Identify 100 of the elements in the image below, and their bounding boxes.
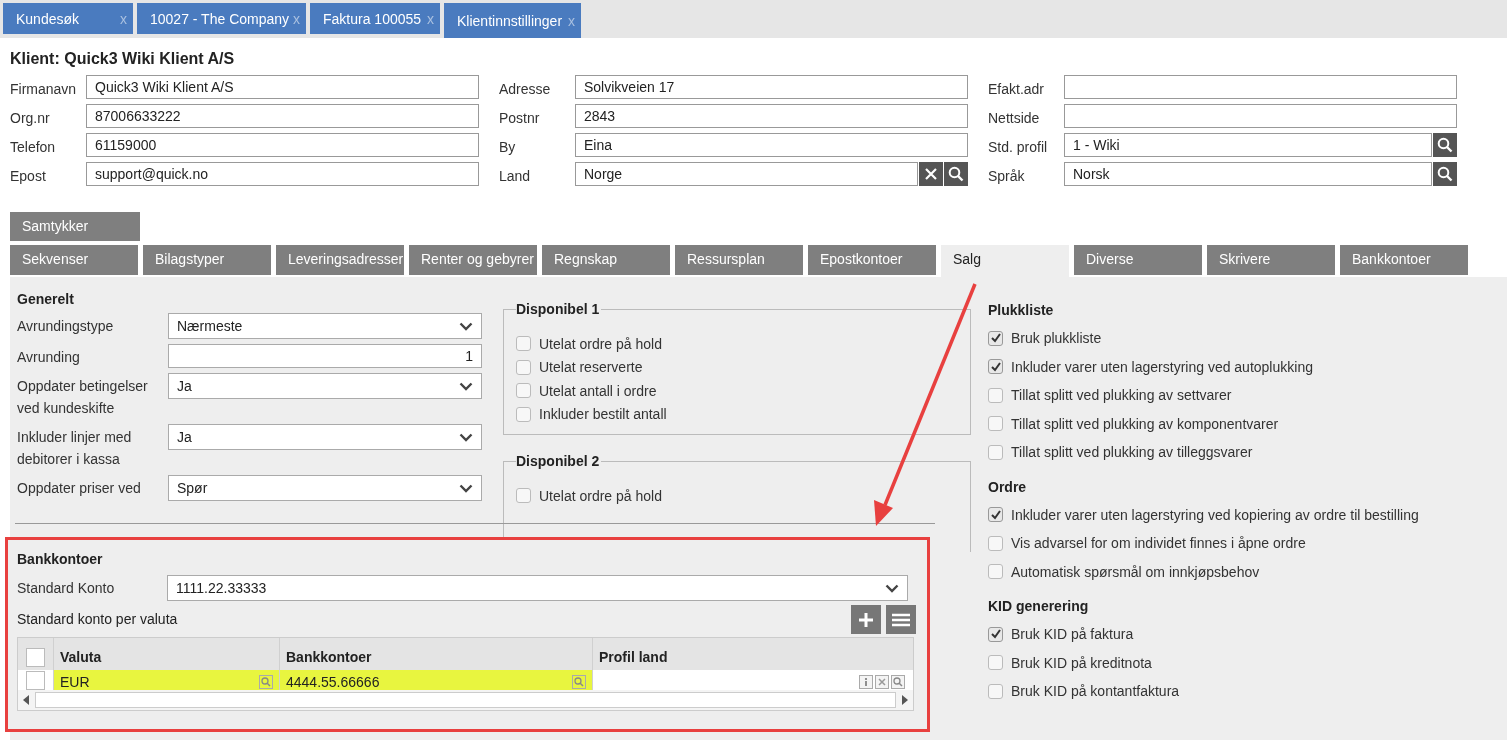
settings-tab[interactable]: Samtykker: [10, 212, 140, 241]
scroll-left-icon[interactable]: [22, 695, 30, 705]
settings-tab[interactable]: Bilagstyper: [143, 245, 271, 275]
settings-tab[interactable]: Epostkontoer: [808, 245, 936, 275]
field-label: Telefon: [10, 138, 57, 155]
column-header[interactable]: Profil land: [593, 638, 911, 670]
dropdown[interactable]: Ja: [168, 424, 482, 450]
dropdown[interactable]: Spør: [168, 475, 482, 501]
text-field[interactable]: 61159000: [86, 133, 479, 157]
search-icon[interactable]: [891, 675, 905, 689]
settings-tab[interactable]: Salg: [941, 245, 1069, 277]
checkbox-label: Inkluder varer uten lagerstyring ved autoplukking: [1011, 358, 1313, 375]
checkbox-label: Bruk KID på kontantfaktura: [1011, 683, 1180, 700]
search-button[interactable]: [944, 162, 968, 186]
number-field[interactable]: 1: [168, 344, 482, 368]
checkbox-label: Tillat splitt ved plukking av settvarer: [1011, 387, 1232, 404]
search-icon: [948, 166, 964, 182]
field-label: Språk: [988, 167, 1026, 184]
section-title: Generelt: [17, 291, 75, 307]
settings-tab[interactable]: Skrivere: [1207, 245, 1335, 275]
scroll-right-icon[interactable]: [901, 695, 909, 705]
checkbox[interactable]: [516, 406, 531, 422]
field-label: Avrunding: [17, 348, 81, 367]
checkbox-label: Vis advarsel for om individet finnes i åpne ordre: [1011, 535, 1306, 552]
plus-icon: [858, 611, 874, 628]
menu-button[interactable]: [886, 605, 916, 634]
menu-icon: [892, 612, 910, 627]
checkbox[interactable]: [988, 564, 1003, 580]
checkbox[interactable]: [988, 387, 1003, 403]
field-label: Std. profil: [988, 138, 1049, 155]
chevron-down-icon: [459, 321, 473, 331]
checkbox-label: Tillat splitt ved plukking av tilleggsvarer: [1011, 444, 1253, 461]
document-tab[interactable]: Klientinnstillinger x: [444, 3, 581, 38]
checkbox[interactable]: [516, 359, 531, 375]
document-tab[interactable]: Faktura 100055 x: [310, 3, 440, 34]
settings-tab[interactable]: Regnskap: [542, 245, 670, 275]
text-field[interactable]: Eina: [575, 133, 968, 157]
field-label: Oppdater priser ved: [17, 479, 142, 498]
checkbox-label: Tillat splitt ved plukking av komponentvarer: [1011, 415, 1279, 432]
checkbox[interactable]: [988, 655, 1003, 671]
checkbox[interactable]: [988, 683, 1003, 699]
search-button[interactable]: [1433, 133, 1457, 157]
text-field[interactable]: 1 - Wiki: [1064, 133, 1432, 157]
select-all-checkbox[interactable]: [26, 647, 45, 667]
document-tab[interactable]: 10027 - The Company x: [137, 3, 306, 34]
chevron-down-icon: [885, 583, 899, 593]
field-label: Postnr: [499, 109, 541, 126]
settings-tab[interactable]: Bankkontoer: [1340, 245, 1468, 275]
dropdown[interactable]: Nærmeste: [168, 313, 482, 339]
checkbox[interactable]: [516, 488, 531, 504]
clear-button[interactable]: [919, 162, 943, 186]
checkbox[interactable]: [516, 383, 531, 399]
section-title: Bankkontoer: [17, 551, 104, 567]
search-button[interactable]: [1433, 162, 1457, 186]
settings-tab[interactable]: Renter og gebyrer: [409, 245, 537, 275]
checkbox-label: Bruk KID på kreditnota: [1011, 654, 1152, 671]
settings-tab[interactable]: Diverse: [1074, 245, 1202, 275]
checkbox-label: Utelat antall i ordre: [539, 382, 657, 399]
checkbox-label: Utelat ordre på hold: [539, 487, 662, 504]
text-field[interactable]: 2843: [575, 104, 968, 128]
dropdown[interactable]: Ja: [168, 373, 482, 399]
fieldset-legend: Disponibel 1: [516, 301, 602, 317]
close-icon[interactable]: [875, 675, 889, 689]
table-cell[interactable]: 4444.55.66666: [280, 670, 593, 690]
checkbox[interactable]: [988, 626, 1003, 642]
horizontal-scrollbar[interactable]: [18, 690, 913, 710]
text-field[interactable]: [1064, 75, 1457, 99]
checkbox[interactable]: [988, 444, 1003, 460]
field-label: Avrundingstype: [17, 317, 115, 336]
add-button[interactable]: [851, 605, 881, 634]
settings-tab[interactable]: Sekvenser: [10, 245, 138, 275]
settings-tab[interactable]: Leveringsadresser: [276, 245, 404, 275]
checkbox-label: Automatisk spørsmål om innkjøpsbehov: [1011, 563, 1260, 580]
text-field[interactable]: Quick3 Wiki Klient A/S: [86, 75, 479, 99]
dropdown[interactable]: 1111.22.33333: [167, 575, 908, 601]
text-field[interactable]: support@quick.no: [86, 162, 479, 186]
search-icon[interactable]: [259, 675, 273, 689]
field-label: By: [499, 138, 517, 155]
text-field[interactable]: Norge: [575, 162, 918, 186]
text-field[interactable]: Norsk: [1064, 162, 1432, 186]
info-icon[interactable]: [859, 675, 873, 689]
checkbox[interactable]: [988, 535, 1003, 551]
checkbox[interactable]: [988, 359, 1003, 375]
checkbox-label: Inkluder bestilt antall: [539, 406, 667, 423]
checkbox[interactable]: [988, 507, 1003, 523]
checkbox-label: Utelat ordre på hold: [539, 335, 662, 352]
text-field[interactable]: Solvikveien 17: [575, 75, 968, 99]
field-label: Land: [499, 167, 532, 184]
search-icon[interactable]: [572, 675, 586, 689]
checkbox[interactable]: [988, 330, 1003, 346]
table-cell[interactable]: EUR: [54, 670, 280, 690]
text-field[interactable]: [1064, 104, 1457, 128]
document-tab[interactable]: Kundesøk x: [3, 3, 133, 34]
field-label: Nettside: [988, 109, 1041, 126]
checkbox[interactable]: [988, 416, 1003, 432]
row-checkbox[interactable]: [26, 670, 45, 690]
text-field[interactable]: 87006633222: [86, 104, 479, 128]
settings-tab[interactable]: Ressursplan: [675, 245, 803, 275]
checkbox[interactable]: [516, 336, 531, 352]
field-label: Efakt.adr: [988, 80, 1046, 97]
